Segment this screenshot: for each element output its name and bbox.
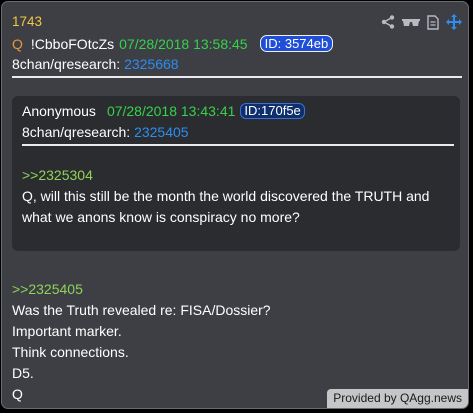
- divider: [12, 76, 462, 78]
- quoted-post: Anonymous 07/28/2018 13:43:41 ID:170f5e …: [12, 96, 460, 251]
- board-line: 8chan/qresearch: 2325668: [12, 56, 179, 72]
- quoted-post-link[interactable]: 2325405: [134, 124, 189, 140]
- document-icon[interactable]: [427, 14, 439, 30]
- quoted-board-line: 8chan/qresearch: 2325405: [22, 124, 189, 140]
- quoted-body: >>2325304 Q, will this still be the mont…: [22, 165, 442, 228]
- post-card: 1743 Q !CbboFOtcZs 07/28/2018 13:58:45 I…: [1, 1, 469, 409]
- quoted-header: Anonymous 07/28/2018 13:43:41 ID:170f5e: [22, 103, 305, 119]
- post-number: 1743: [12, 14, 43, 29]
- quoted-reply-ref[interactable]: >>2325304: [22, 165, 442, 186]
- quoted-text: Q, will this still be the month the worl…: [22, 188, 430, 225]
- post-body: >>2325405 Was the Truth revealed re: FIS…: [12, 279, 271, 405]
- reply-ref[interactable]: >>2325405: [12, 279, 271, 300]
- post-link[interactable]: 2325668: [124, 56, 179, 72]
- post-date: 07/28/2018 13:58:45: [119, 35, 248, 52]
- q-label: Q: [12, 35, 23, 52]
- credit-label[interactable]: Provided by QAgg.news: [327, 389, 468, 408]
- body-line: Q: [12, 386, 23, 402]
- quoted-date: 07/28/2018 13:43:41: [106, 103, 236, 119]
- body-line: Important marker.: [12, 323, 122, 339]
- body-line: Think connections.: [12, 344, 129, 360]
- quoted-id-badge: ID:170f5e: [240, 103, 305, 119]
- id-badge: ID: 3574eb: [259, 35, 334, 52]
- quoted-divider: [22, 144, 454, 146]
- body-line: D5.: [12, 365, 34, 381]
- quoted-author: Anonymous: [22, 103, 96, 119]
- post-toolbar: [381, 12, 462, 32]
- move-icon[interactable]: [446, 14, 462, 30]
- quoted-board-name: 8chan/qresearch:: [22, 124, 131, 140]
- share-icon[interactable]: [381, 15, 395, 29]
- board-name: 8chan/qresearch:: [12, 56, 121, 72]
- tripcode: !CbboFOtcZs: [30, 35, 115, 52]
- glasses-icon[interactable]: [402, 16, 420, 28]
- body-line: Was the Truth revealed re: FISA/Dossier?: [12, 302, 271, 318]
- post-header: Q !CbboFOtcZs 07/28/2018 13:58:45 ID: 35…: [12, 35, 334, 52]
